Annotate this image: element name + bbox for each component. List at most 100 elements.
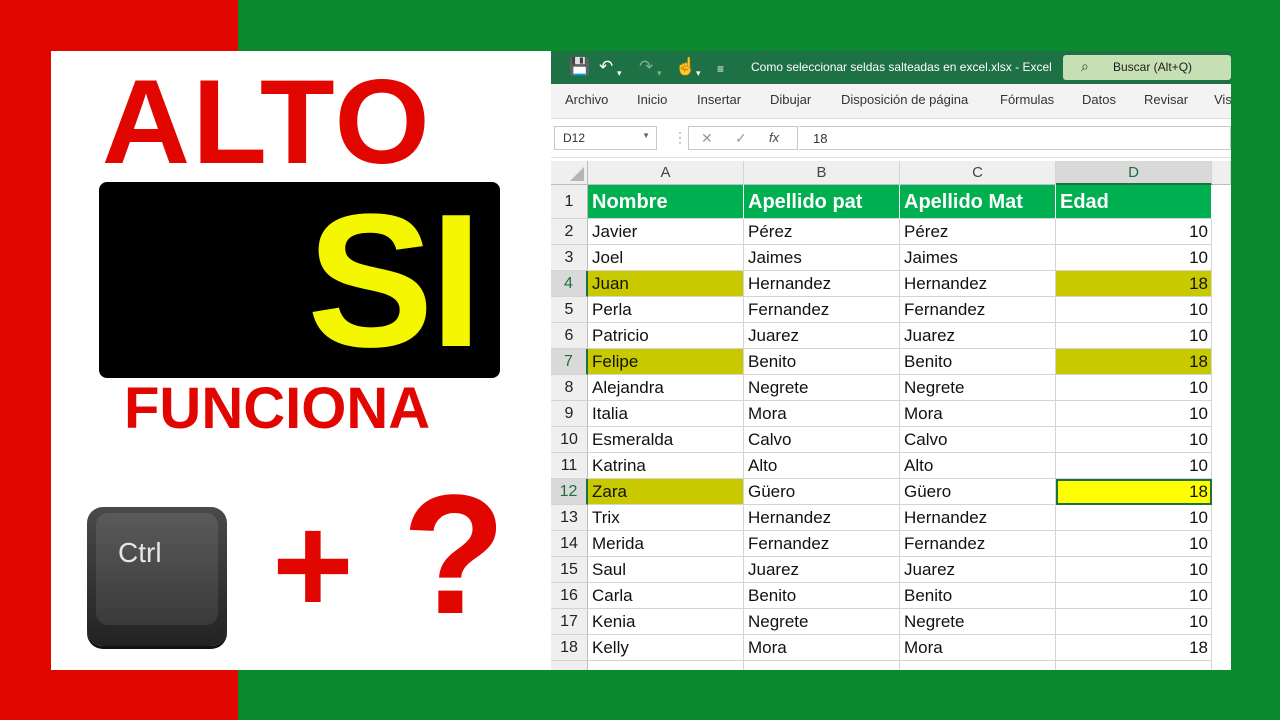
table-cell[interactable]: Fernandez	[900, 531, 1056, 557]
touch-dropdown-icon[interactable]: ▾	[696, 63, 701, 83]
table-cell[interactable]	[900, 661, 1056, 670]
table-cell[interactable]	[588, 661, 744, 670]
table-cell[interactable]: Italia	[588, 401, 744, 427]
row-header[interactable]: 7	[551, 349, 588, 375]
table-cell[interactable]: Benito	[900, 583, 1056, 609]
table-cell[interactable]: 10	[1056, 427, 1212, 453]
table-cell[interactable]: Negrete	[900, 375, 1056, 401]
table-cell[interactable]: 18	[1056, 349, 1212, 375]
table-cell[interactable]: Hernandez	[744, 271, 900, 297]
table-cell[interactable]: 10	[1056, 297, 1212, 323]
column-header-b[interactable]: B	[744, 161, 900, 185]
table-cell[interactable]: Alto	[744, 453, 900, 479]
customize-toolbar-icon[interactable]: ≡	[717, 59, 724, 79]
save-icon[interactable]: 💾	[569, 57, 590, 77]
table-cell[interactable]: Juarez	[744, 323, 900, 349]
table-cell[interactable]: 10	[1056, 375, 1212, 401]
table-cell[interactable]: Hernandez	[900, 271, 1056, 297]
table-cell[interactable]: Jaimes	[900, 245, 1056, 271]
column-header-d[interactable]: D	[1056, 161, 1212, 185]
row-header[interactable]: 15	[551, 557, 588, 583]
chevron-down-icon[interactable]: ▼	[642, 131, 650, 140]
table-cell[interactable]: 10	[1056, 401, 1212, 427]
tab-vista[interactable]: Vis	[1214, 92, 1231, 107]
table-cell[interactable]: Fernandez	[900, 297, 1056, 323]
row-header[interactable]: 2	[551, 219, 588, 245]
redo-icon[interactable]: ↷	[639, 57, 653, 77]
tab-archivo[interactable]: Archivo	[565, 92, 608, 107]
table-cell[interactable]: 18	[1056, 271, 1212, 297]
table-cell[interactable]: Alejandra	[588, 375, 744, 401]
table-cell[interactable]: 10	[1056, 505, 1212, 531]
table-cell[interactable]: Calvo	[744, 427, 900, 453]
table-cell[interactable]: Calvo	[900, 427, 1056, 453]
select-all-button[interactable]	[551, 161, 588, 185]
table-cell[interactable]: Katrina	[588, 453, 744, 479]
row-header[interactable]: 17	[551, 609, 588, 635]
table-cell[interactable]: Juan	[588, 271, 744, 297]
table-cell[interactable]: Hernandez	[744, 505, 900, 531]
table-cell[interactable]: Benito	[744, 583, 900, 609]
row-header[interactable]: 18	[551, 635, 588, 661]
tab-revisar[interactable]: Revisar	[1144, 92, 1188, 107]
touch-mode-icon[interactable]: ☝	[675, 57, 696, 77]
undo-dropdown-icon[interactable]: ▾	[617, 63, 622, 83]
table-cell[interactable]: Carla	[588, 583, 744, 609]
column-header-e[interactable]	[1212, 161, 1231, 185]
table-cell[interactable]: Negrete	[744, 375, 900, 401]
table-cell[interactable]: 10	[1056, 531, 1212, 557]
row-header[interactable]: 8	[551, 375, 588, 401]
table-cell[interactable]: Juarez	[744, 557, 900, 583]
formula-bar-grip-icon[interactable]: ⋮	[673, 129, 687, 146]
undo-icon[interactable]: ↶	[599, 57, 613, 77]
table-cell[interactable]: Güero	[744, 479, 900, 505]
tab-dibujar[interactable]: Dibujar	[770, 92, 811, 107]
row-header[interactable]: 9	[551, 401, 588, 427]
tab-formulas[interactable]: Fórmulas	[1000, 92, 1054, 107]
table-cell[interactable]: Javier	[588, 219, 744, 245]
row-header[interactable]: 1	[551, 185, 588, 219]
table-cell[interactable]: Benito	[744, 349, 900, 375]
header-cell[interactable]: Apellido pat	[744, 185, 900, 219]
row-header[interactable]: 14	[551, 531, 588, 557]
table-cell[interactable]: Jaimes	[744, 245, 900, 271]
table-cell[interactable]: Benito	[900, 349, 1056, 375]
table-cell[interactable]: 18	[1056, 479, 1212, 505]
formula-input[interactable]: 18	[799, 126, 1231, 150]
table-cell[interactable]: Fernandez	[744, 297, 900, 323]
table-cell[interactable]: Zara	[588, 479, 744, 505]
table-cell[interactable]: Pérez	[900, 219, 1056, 245]
table-cell[interactable]: Alto	[900, 453, 1056, 479]
row-header[interactable]: 12	[551, 479, 588, 505]
row-header[interactable]: 16	[551, 583, 588, 609]
table-cell[interactable]: Juarez	[900, 557, 1056, 583]
table-cell[interactable]: Joel	[588, 245, 744, 271]
table-cell[interactable]: 10	[1056, 453, 1212, 479]
table-cell[interactable]: Juarez	[900, 323, 1056, 349]
table-cell[interactable]: Hernandez	[900, 505, 1056, 531]
table-cell[interactable]: Saul	[588, 557, 744, 583]
table-cell[interactable]: Pérez	[744, 219, 900, 245]
column-header-c[interactable]: C	[900, 161, 1056, 185]
table-cell[interactable]: Negrete	[900, 609, 1056, 635]
table-cell[interactable]: Patricio	[588, 323, 744, 349]
header-cell[interactable]: Nombre	[588, 185, 744, 219]
table-cell[interactable]: Güero	[900, 479, 1056, 505]
header-cell[interactable]: Apellido Mat	[900, 185, 1056, 219]
header-cell[interactable]: Edad	[1056, 185, 1212, 219]
table-cell[interactable]: Merida	[588, 531, 744, 557]
row-header[interactable]: 6	[551, 323, 588, 349]
enter-icon[interactable]: ✓	[735, 130, 747, 147]
table-cell[interactable]: 10	[1056, 609, 1212, 635]
table-cell[interactable]: Mora	[900, 635, 1056, 661]
row-header[interactable]: 4	[551, 271, 588, 297]
table-cell[interactable]	[744, 661, 900, 670]
table-cell[interactable]: Kenia	[588, 609, 744, 635]
table-cell[interactable]: Negrete	[744, 609, 900, 635]
table-cell[interactable]: Felipe	[588, 349, 744, 375]
row-header[interactable]: 10	[551, 427, 588, 453]
row-header[interactable]: 13	[551, 505, 588, 531]
table-cell[interactable]: Mora	[900, 401, 1056, 427]
tab-datos[interactable]: Datos	[1082, 92, 1116, 107]
insert-function-icon[interactable]: fx	[769, 130, 779, 145]
